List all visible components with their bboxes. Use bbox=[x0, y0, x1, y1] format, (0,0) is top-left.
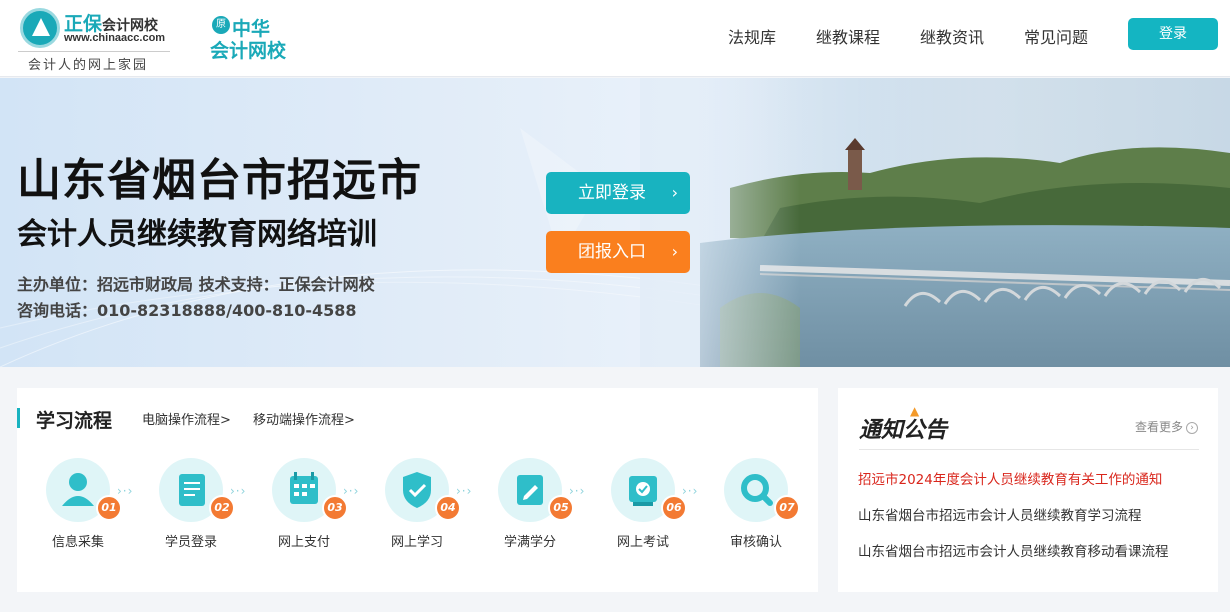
group-signup-button[interactable]: 团报入口 › bbox=[546, 231, 690, 273]
logo2-mark: 原 bbox=[212, 16, 230, 34]
nav-item-regulations[interactable]: 法规库 bbox=[728, 24, 776, 48]
banner-organizer: 主办单位：招远市财政局 技术支持：正保会计网校 bbox=[17, 275, 375, 294]
banner-title: 山东省烟台市招远市 bbox=[17, 155, 422, 206]
logo-url: www.chinaacc.com bbox=[64, 32, 166, 44]
notice-item[interactable]: 山东省烟台市招远市会计人员继续教育学习流程 bbox=[858, 504, 1142, 524]
notice-item[interactable]: 山东省烟台市招远市会计人员继续教育移动看课流程 bbox=[858, 540, 1169, 560]
step-online-study[interactable]: 04 网上学习 bbox=[377, 458, 461, 568]
step-info-collect[interactable]: 01 信息采集 bbox=[38, 458, 122, 568]
step-label: 信息采集 bbox=[51, 535, 104, 550]
crown-icon: ▲ bbox=[910, 404, 920, 418]
step-number: 05 bbox=[548, 495, 574, 521]
nav-item-news[interactable]: 继教资讯 bbox=[920, 24, 984, 48]
login-now-label: 立即登录 bbox=[578, 183, 646, 203]
step-review-confirm[interactable]: 07 审核确认 bbox=[716, 458, 800, 568]
notice-divider bbox=[859, 449, 1199, 450]
nav-item-faq[interactable]: 常见问题 bbox=[1024, 24, 1088, 48]
main-nav: 法规库 继教课程 继教资讯 常见问题 bbox=[728, 24, 1088, 48]
step-label: 网上考试 bbox=[616, 535, 669, 550]
step-number: 07 bbox=[774, 495, 800, 521]
step-arrow-icon: ›·› bbox=[682, 484, 699, 498]
step-number: 03 bbox=[322, 495, 348, 521]
zhonghua-logo[interactable]: 原 中华 会计网校 bbox=[210, 14, 300, 64]
step-label: 学员登录 bbox=[164, 535, 217, 550]
step-online-exam[interactable]: 06 网上考试 bbox=[603, 458, 687, 568]
step-arrow-icon: ›·› bbox=[230, 484, 247, 498]
pc-guide-link[interactable]: 电脑操作流程> bbox=[142, 409, 231, 428]
nav-item-courses[interactable]: 继教课程 bbox=[816, 24, 880, 48]
chevron-right-icon: › bbox=[671, 183, 678, 202]
chinaacc-logo[interactable]: 正保会计网校 www.chinaacc.com 会计人的网上家园 bbox=[18, 6, 173, 73]
hero-banner: 山东省烟台市招远市 会计人员继续教育网络培训 主办单位：招远市财政局 技术支持：… bbox=[0, 78, 1230, 367]
step-label: 学满学分 bbox=[503, 535, 556, 550]
logo-divider bbox=[18, 51, 170, 52]
banner-subtitle: 会计人员继续教育网络培训 bbox=[17, 217, 377, 252]
banner-hotline: 咨询电话：010-82318888/400-810-4588 bbox=[17, 301, 357, 320]
step-arrow-icon: ›·› bbox=[343, 484, 360, 498]
chevron-right-icon: › bbox=[671, 242, 678, 261]
step-arrow-icon: ›·› bbox=[456, 484, 473, 498]
step-label: 网上支付 bbox=[277, 535, 330, 550]
login-button[interactable]: 登录 bbox=[1128, 18, 1218, 50]
section-accent-bar bbox=[17, 408, 20, 428]
step-number: 06 bbox=[661, 495, 687, 521]
login-now-button[interactable]: 立即登录 › bbox=[546, 172, 690, 214]
step-credits[interactable]: 05 学满学分 bbox=[490, 458, 574, 568]
step-arrow-icon: ›·› bbox=[569, 484, 586, 498]
view-more-link[interactable]: 查看更多 › bbox=[1135, 418, 1198, 435]
study-process-title: 学习流程 bbox=[36, 410, 113, 432]
notice-panel: 通知公告 ▲ 查看更多 › 招远市2024年度会计人员继续教育有关工作的通知 山东… bbox=[838, 388, 1218, 592]
logo-slogan: 会计人的网上家园 bbox=[28, 58, 149, 73]
step-label: 审核确认 bbox=[729, 535, 782, 550]
notice-title: 通知公告 bbox=[859, 417, 948, 443]
step-label: 网上学习 bbox=[390, 535, 443, 550]
step-online-payment[interactable]: 03 网上支付 bbox=[264, 458, 348, 568]
mobile-guide-link[interactable]: 移动端操作流程> bbox=[253, 409, 355, 428]
step-arrow-icon: ›·› bbox=[117, 484, 134, 498]
step-number: 04 bbox=[435, 495, 461, 521]
step-number: 01 bbox=[96, 495, 122, 521]
step-number: 02 bbox=[209, 495, 235, 521]
logo-badge-icon bbox=[20, 8, 60, 48]
chevron-right-icon: › bbox=[1186, 421, 1198, 434]
site-header: 正保会计网校 www.chinaacc.com 会计人的网上家园 原 中华 会计… bbox=[0, 0, 1230, 77]
study-process-panel: 学习流程 电脑操作流程> 移动端操作流程> 01 信息采集 ›·› 02 学员登… bbox=[17, 388, 818, 592]
notice-item[interactable]: 招远市2024年度会计人员继续教育有关工作的通知 bbox=[858, 468, 1162, 488]
step-student-login[interactable]: 02 学员登录 bbox=[151, 458, 235, 568]
view-more-label: 查看更多 bbox=[1134, 420, 1183, 434]
group-signup-label: 团报入口 bbox=[578, 242, 646, 262]
logo2-line2: 会计网校 bbox=[210, 40, 287, 62]
